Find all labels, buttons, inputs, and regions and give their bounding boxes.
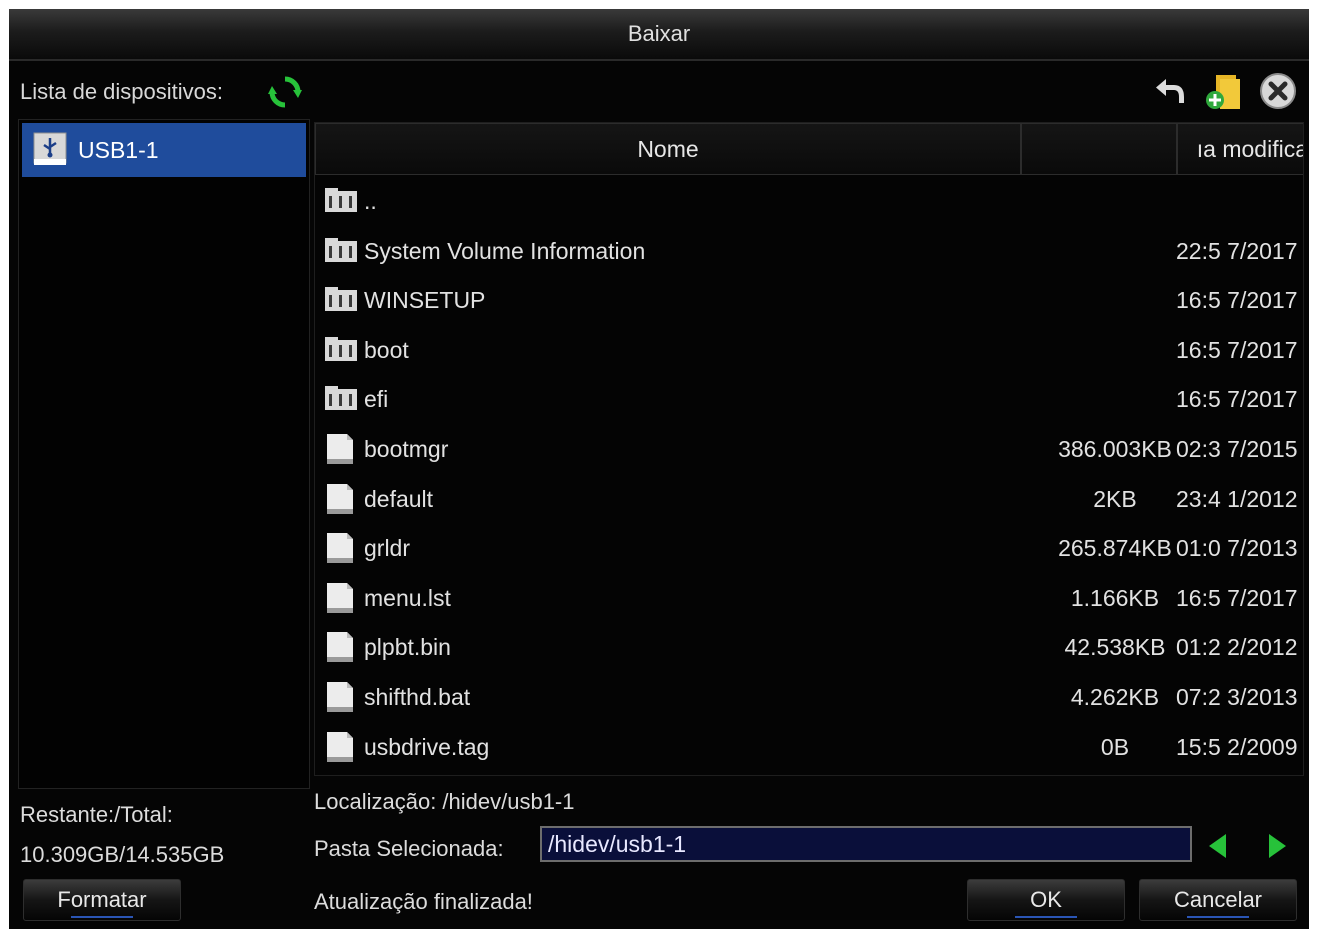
file-modified-date: 7/2017 16:5 (1176, 336, 1298, 363)
file-size: 4.262KB (1070, 684, 1160, 710)
file-icon (325, 631, 355, 663)
close-icon[interactable] (1258, 71, 1298, 111)
status-text: Atualização finalizada! (314, 889, 533, 914)
file-size: 0B (1100, 733, 1130, 760)
arrow-right-icon[interactable] (1265, 832, 1289, 860)
file-icon (325, 731, 355, 763)
table-row[interactable]: shifthd.bat 4.262KB 3/2013 07:2 (315, 675, 1303, 724)
file-name: boot (364, 336, 409, 363)
table-row[interactable]: .. (315, 179, 1303, 228)
usb-drive-icon (33, 132, 67, 165)
table-row[interactable]: default 2KB 1/2012 23:4 (315, 477, 1303, 526)
file-name: bootmgr (364, 436, 449, 462)
cancel-button[interactable]: Cancelar (1139, 879, 1297, 921)
file-size: 2KB (1093, 485, 1137, 512)
file-name: grldr (364, 535, 411, 562)
file-name: plpbt.bin (364, 634, 451, 661)
file-name: default (364, 485, 434, 512)
folder-icon (324, 336, 358, 362)
file-icon (325, 483, 355, 515)
column-header-name[interactable]: Nome (315, 123, 1021, 175)
table-row[interactable]: usbdrive.tag 0B 2/2009 15:5 (315, 725, 1303, 774)
file-modified-date: 7/2017 16:5 (1176, 386, 1298, 413)
table-row[interactable]: grldr 265.874KB 7/2013 01:0 (315, 526, 1303, 575)
table-row[interactable]: System Volume Information 7/2017 22:5 (315, 229, 1303, 278)
file-modified-date: 7/2017 16:5 (1176, 287, 1298, 314)
file-modified-date: 3/2013 07:2 (1176, 684, 1298, 710)
table-row[interactable]: plpbt.bin 42.538KB 2/2012 01:2 (315, 625, 1303, 674)
file-name: .. (364, 188, 377, 214)
folder-icon (324, 385, 358, 411)
folder-icon (324, 286, 358, 312)
table-header: Nome ıa modifica (315, 123, 1303, 175)
dialog-title: Baixar (627, 21, 691, 46)
ok-button[interactable]: OK (967, 879, 1125, 921)
file-size: 42.538KB (1064, 634, 1166, 661)
device-list-label: Lista de dispositivos: (20, 79, 223, 104)
new-folder-icon[interactable] (1204, 71, 1244, 111)
folder-icon (324, 237, 358, 263)
table-row[interactable]: boot 7/2017 16:5 (315, 328, 1303, 377)
file-size: 1.166KB (1070, 584, 1160, 611)
file-name: usbdrive.tag (364, 733, 490, 760)
file-modified-date: 7/2013 01:0 (1176, 535, 1298, 562)
file-modified-date: 2/2009 15:5 (1176, 733, 1298, 760)
back-arrow-icon[interactable] (1152, 71, 1192, 111)
folder-icon (324, 187, 358, 213)
file-name: System Volume Information (364, 237, 646, 264)
device-item-usb1-1[interactable]: USB1-1 (22, 123, 306, 177)
device-list-panel: USB1-1 (18, 119, 310, 789)
table-row[interactable]: WINSETUP 7/2017 16:5 (315, 278, 1303, 327)
format-button[interactable]: Formatar (23, 879, 181, 921)
file-size: 386.003KB (1058, 436, 1172, 462)
file-icon (325, 681, 355, 713)
selected-folder-label: Pasta Selecionada: (314, 836, 504, 861)
storage-value: 10.309GB/14.535GB (20, 842, 225, 867)
file-name: menu.lst (364, 584, 451, 611)
arrow-left-icon[interactable] (1206, 832, 1230, 860)
storage-label: Restante:/Total: (20, 802, 173, 827)
file-modified-date: 7/2015 02:3 (1176, 436, 1298, 462)
file-icon (325, 532, 355, 564)
file-size: 265.874KB (1058, 535, 1172, 562)
table-row[interactable]: bootmgr 386.003KB 7/2015 02:3 (315, 427, 1303, 476)
column-header-size[interactable] (1021, 123, 1177, 175)
file-modified-date: 7/2017 22:5 (1176, 237, 1298, 264)
file-name: shifthd.bat (364, 684, 471, 710)
file-name: WINSETUP (364, 287, 486, 314)
file-icon (325, 582, 355, 614)
selected-folder-input[interactable] (540, 826, 1192, 862)
table-row[interactable]: menu.lst 1.166KB 7/2017 16:5 (315, 576, 1303, 625)
title-bar: Baixar (9, 9, 1309, 61)
file-modified-date: 1/2012 23:4 (1176, 485, 1298, 512)
file-modified-date: 2/2012 01:2 (1176, 634, 1298, 661)
file-name: efi (364, 386, 389, 413)
file-list: Nome ıa modifica .. System Volume Informa… (314, 122, 1304, 776)
download-dialog: Baixar Lista de dispositivos: USB1-1 Nom… (9, 9, 1309, 929)
table-row[interactable]: efi 7/2017 16:5 (315, 377, 1303, 426)
file-icon (325, 433, 355, 465)
location-text: Localização: /hidev/usb1-1 (314, 789, 575, 814)
refresh-icon[interactable] (267, 74, 303, 110)
file-modified-date: 7/2017 16:5 (1176, 584, 1298, 611)
column-header-date[interactable]: ıa modifica (1177, 123, 1303, 175)
device-item-label: USB1-1 (78, 136, 159, 163)
